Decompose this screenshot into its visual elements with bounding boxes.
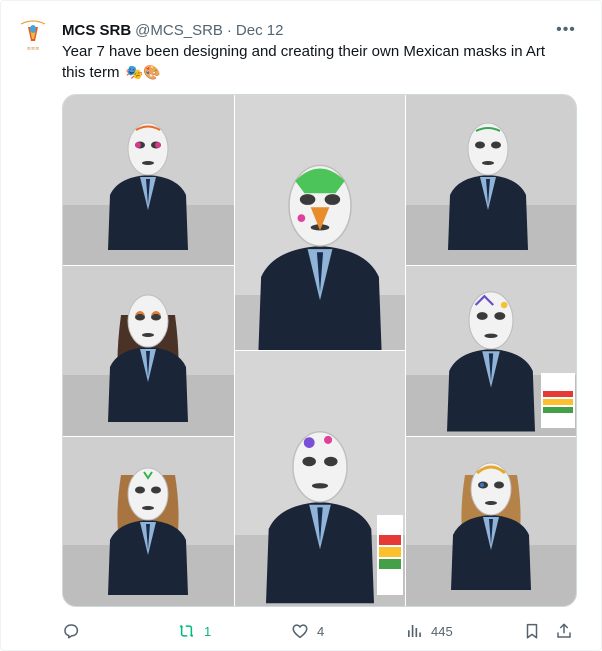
tweet-emojis: 🎭🎨: [125, 64, 161, 80]
bookmark-icon: [526, 623, 538, 639]
photo-tile-8[interactable]: [406, 437, 577, 607]
bookmark-button[interactable]: [523, 617, 541, 645]
photo-tile-5[interactable]: [406, 266, 577, 436]
tweet-date[interactable]: Dec 12: [236, 22, 284, 39]
more-options-icon[interactable]: •••: [554, 19, 578, 41]
views-chart-icon: [408, 625, 421, 637]
retweet-count: 1: [204, 623, 212, 639]
like-count: 4: [317, 623, 325, 639]
views-button[interactable]: 445: [405, 617, 453, 645]
avatar[interactable]: ≡≡≡: [13, 15, 53, 55]
views-count: 445: [431, 623, 453, 639]
photo-tile-6[interactable]: [235, 351, 405, 607]
reply-button[interactable]: [62, 617, 88, 645]
tweet-text: Year 7 have been designing and creating …: [62, 41, 572, 83]
retweet-button[interactable]: 1: [177, 617, 211, 645]
share-button[interactable]: [555, 617, 573, 645]
like-button[interactable]: 4: [291, 617, 324, 645]
photo-grid[interactable]: [62, 94, 577, 607]
photo-tile-2[interactable]: [235, 95, 405, 364]
photo-tile-7[interactable]: [63, 437, 234, 607]
svg-text:≡≡≡: ≡≡≡: [27, 46, 40, 52]
separator: ·: [226, 21, 232, 39]
author-handle[interactable]: @MCS_SRB: [135, 22, 223, 39]
share-icon: [557, 623, 571, 638]
author-name[interactable]: MCS SRB: [62, 22, 131, 39]
action-bar: 1 4 445: [62, 617, 577, 645]
photo-collage: [63, 95, 577, 607]
photo-tile-1[interactable]: [63, 95, 234, 265]
retweet-icon: [179, 624, 194, 638]
tweet-header: MCS SRB @MCS_SRB · Dec 12: [62, 19, 283, 41]
photo-tile-3[interactable]: [406, 95, 577, 265]
tweet-card[interactable]: ≡≡≡ MCS SRB @MCS_SRB · Dec 12 ••• Year 7…: [0, 0, 602, 651]
reply-icon: [64, 624, 79, 639]
heart-icon: [292, 624, 308, 639]
photo-tile-4[interactable]: [63, 266, 234, 436]
